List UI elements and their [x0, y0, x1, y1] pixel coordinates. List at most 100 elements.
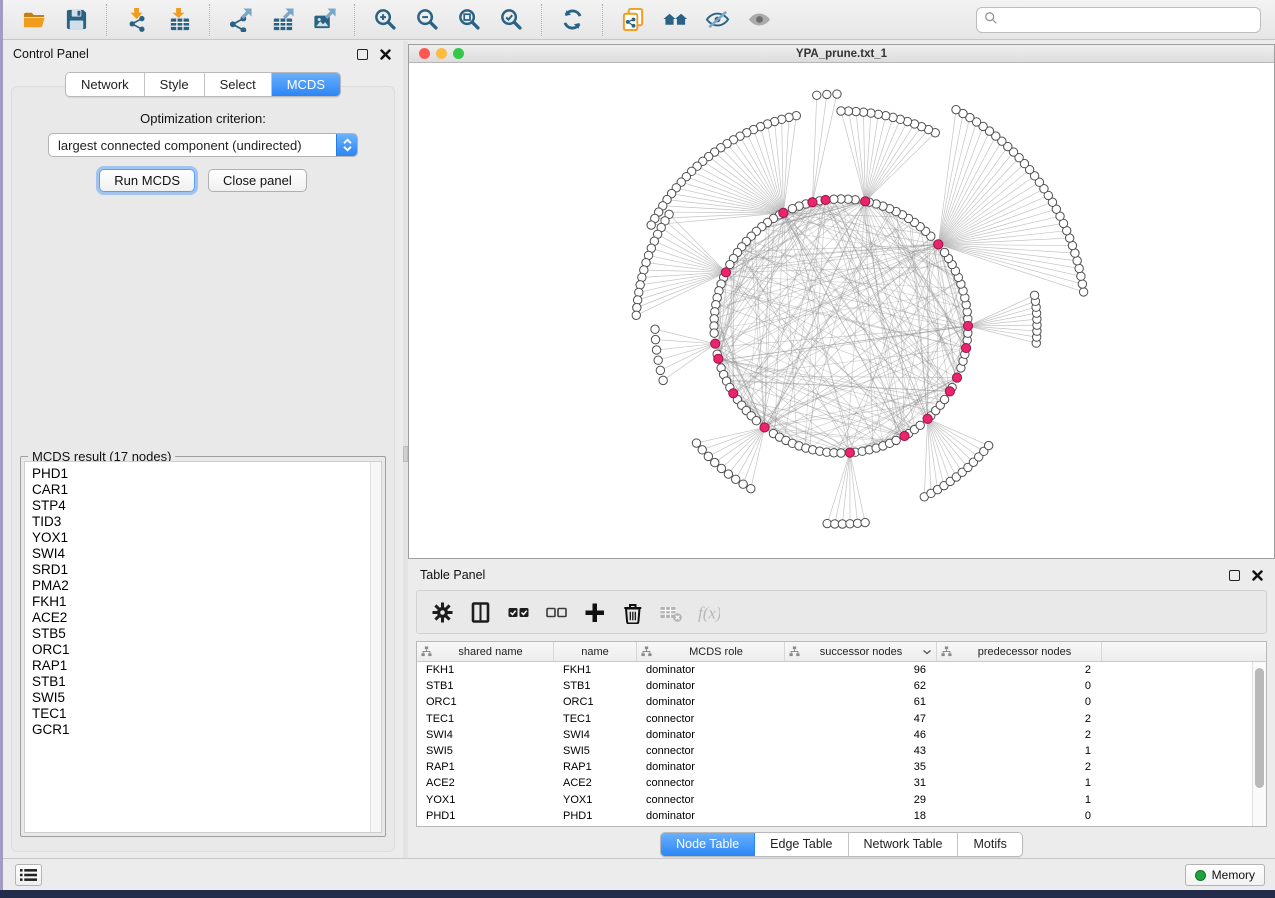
duplicate-network-button[interactable]	[612, 4, 654, 36]
mcds-result-item[interactable]: FKH1	[32, 594, 369, 610]
table-row[interactable]: TEC1TEC1connector472	[417, 711, 1252, 727]
table-row[interactable]: SWI5SWI5connector431	[417, 743, 1252, 759]
table-row[interactable]: ORC1ORC1dominator610	[417, 694, 1252, 710]
mcds-network-node[interactable]	[952, 373, 961, 382]
mcds-network-node[interactable]	[821, 195, 830, 204]
network-node[interactable]	[837, 449, 845, 457]
network-node[interactable]	[861, 518, 869, 526]
mcds-network-node[interactable]	[923, 414, 932, 423]
network-node[interactable]	[1073, 257, 1081, 265]
network-node[interactable]	[940, 248, 948, 256]
mcds-result-item[interactable]: RAP1	[32, 658, 369, 674]
tab-select[interactable]: Select	[205, 73, 272, 96]
network-node[interactable]	[1079, 288, 1087, 296]
close-panel-icon[interactable]	[380, 49, 391, 60]
mcds-result-item[interactable]: CAR1	[32, 482, 369, 498]
network-node[interactable]	[788, 204, 796, 212]
mcds-result-item[interactable]: YOX1	[32, 530, 369, 546]
mcds-network-node[interactable]	[779, 208, 788, 217]
hide-graphics-details-button[interactable]	[696, 4, 738, 36]
zoom-selected-button[interactable]	[490, 4, 532, 36]
column-header-mcds-role[interactable]: MCDS role	[637, 642, 785, 661]
hide-all-columns-button[interactable]	[539, 595, 573, 629]
zoom-in-button[interactable]	[364, 4, 406, 36]
close-panel-button[interactable]: Close panel	[208, 169, 307, 192]
mcds-network-node[interactable]	[721, 268, 730, 277]
first-neighbors-button[interactable]	[654, 4, 696, 36]
table-row[interactable]: STB1STB1dominator620	[417, 678, 1252, 694]
export-network-button[interactable]	[219, 4, 261, 36]
network-node[interactable]	[711, 458, 719, 466]
network-node[interactable]	[823, 90, 831, 98]
network-node[interactable]	[837, 107, 845, 115]
network-node[interactable]	[632, 311, 640, 319]
network-node[interactable]	[892, 436, 900, 444]
run-mcds-button[interactable]: Run MCDS	[99, 169, 195, 192]
mcds-result-item[interactable]: SWI4	[32, 546, 369, 562]
network-node[interactable]	[833, 90, 841, 98]
tab-mcds[interactable]: MCDS	[272, 73, 340, 96]
table-row[interactable]: FKH1FKH1dominator962	[417, 662, 1252, 678]
zoom-fit-button[interactable]	[448, 4, 490, 36]
network-node[interactable]	[704, 452, 712, 460]
zoom-out-button[interactable]	[406, 4, 448, 36]
mcds-result-item[interactable]: STB5	[32, 626, 369, 642]
tab-network-table[interactable]: Network Table	[849, 833, 959, 856]
mcds-result-item[interactable]: STP4	[32, 498, 369, 514]
network-node[interactable]	[635, 288, 643, 296]
mcds-network-node[interactable]	[945, 387, 954, 396]
table-scrollbar[interactable]	[1252, 662, 1266, 826]
column-header-shared-name[interactable]: shared name	[417, 642, 554, 661]
network-node[interactable]	[739, 480, 747, 488]
close-table-panel-icon[interactable]	[1252, 570, 1263, 581]
tab-network[interactable]: Network	[66, 73, 145, 96]
network-node[interactable]	[636, 281, 644, 289]
tab-motifs[interactable]: Motifs	[958, 833, 1021, 856]
mcds-network-node[interactable]	[729, 389, 738, 398]
mcds-network-node[interactable]	[961, 343, 970, 352]
mcds-network-node[interactable]	[760, 423, 769, 432]
panel-list-button[interactable]	[15, 864, 42, 886]
refresh-button[interactable]	[551, 4, 593, 36]
network-node[interactable]	[952, 105, 960, 113]
network-node[interactable]	[647, 221, 655, 229]
network-node[interactable]	[984, 441, 992, 449]
network-node[interactable]	[633, 296, 641, 304]
network-node[interactable]	[731, 475, 739, 483]
network-node[interactable]	[633, 303, 641, 311]
mcds-result-item[interactable]: TEC1	[32, 706, 369, 722]
table-row[interactable]: ACE2ACE2connector311	[417, 775, 1252, 791]
network-node[interactable]	[638, 273, 646, 281]
mcds-network-node[interactable]	[711, 339, 720, 348]
network-node[interactable]	[710, 329, 718, 337]
network-node[interactable]	[724, 470, 732, 478]
float-table-panel-icon[interactable]	[1229, 570, 1240, 581]
network-node[interactable]	[698, 446, 706, 454]
mcds-result-item[interactable]: PHD1	[32, 466, 369, 482]
maximize-window-icon[interactable]	[453, 48, 464, 59]
mcds-result-item[interactable]: PMA2	[32, 578, 369, 594]
network-node[interactable]	[830, 195, 838, 203]
network-view-titlebar[interactable]: YPA_prune.txt_1	[409, 45, 1274, 63]
network-node[interactable]	[813, 91, 821, 99]
network-node[interactable]	[752, 416, 760, 424]
mcds-list-scrollbar[interactable]	[370, 462, 381, 832]
tab-style[interactable]: Style	[145, 73, 205, 96]
save-button[interactable]	[55, 4, 97, 36]
network-node[interactable]	[651, 325, 659, 333]
network-node[interactable]	[651, 335, 659, 343]
memory-button[interactable]: Memory	[1185, 864, 1265, 886]
table-row[interactable]: SWI4SWI4dominator462	[417, 727, 1252, 743]
table-scrollbar-thumb[interactable]	[1255, 668, 1264, 788]
mcds-network-node[interactable]	[861, 197, 870, 206]
open-button[interactable]	[13, 4, 55, 36]
delete-columns-button[interactable]	[615, 595, 649, 629]
network-node[interactable]	[654, 356, 662, 364]
export-image-button[interactable]	[303, 4, 345, 36]
network-node[interactable]	[747, 484, 755, 492]
mcds-network-node[interactable]	[845, 448, 854, 457]
column-header-predecessor-nodes[interactable]: predecessor nodes	[937, 642, 1102, 661]
column-header-name[interactable]: name	[554, 642, 637, 661]
settings-button[interactable]	[425, 595, 459, 629]
mcds-result-item[interactable]: ORC1	[32, 642, 369, 658]
